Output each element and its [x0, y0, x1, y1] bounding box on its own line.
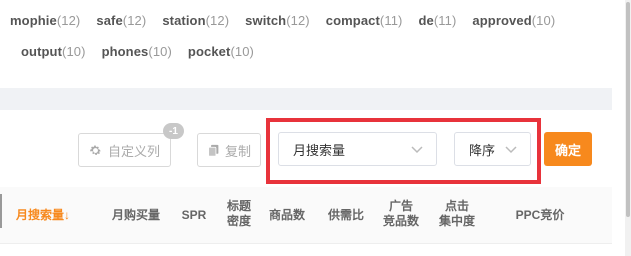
- keyword-tag[interactable]: approved(10): [472, 13, 555, 33]
- column-header-supply-demand[interactable]: 供需比: [322, 208, 370, 223]
- gear-icon: [90, 145, 101, 155]
- keyword-tag[interactable]: switch(12): [245, 13, 310, 33]
- column-header-spr[interactable]: SPR: [178, 208, 210, 223]
- scrollbar-thumb[interactable]: [626, 2, 630, 217]
- header-line: 广告: [388, 199, 413, 213]
- header-line: 密度: [226, 214, 251, 228]
- custom-columns-label: 自定义列: [107, 143, 160, 159]
- header-line: 竞品数: [382, 214, 419, 228]
- column-header-ad-competitors[interactable]: 广告 竞品数: [376, 199, 426, 229]
- keyword-tag[interactable]: phones(10): [102, 44, 172, 64]
- confirm-button[interactable]: 确定: [544, 132, 592, 166]
- column-header-monthly-purchase[interactable]: 月购买量: [107, 208, 165, 223]
- header-line: 标题: [226, 199, 251, 213]
- keyword-tag[interactable]: de(11): [418, 13, 456, 33]
- table-header: 月搜索量↓ 月购买量 SPR 标题 密度 商品数 供需比 广告 竞品数 点击 集…: [0, 187, 612, 244]
- header-line: 点击: [444, 199, 469, 213]
- copy-button[interactable]: 复制: [197, 133, 261, 167]
- divider: [0, 243, 612, 244]
- keyword-tag[interactable]: output(10): [21, 44, 86, 64]
- highlight-annotation: [266, 118, 541, 184]
- keyword-tag[interactable]: compact(11): [326, 13, 403, 33]
- keyword-tag-panel: mophie(12) safe(12) station(12) switch(1…: [0, 0, 612, 88]
- keyword-tag[interactable]: station(12): [162, 13, 229, 33]
- column-header-product-count[interactable]: 商品数: [263, 208, 311, 223]
- results-panel: 自定义列 -1 复制 月搜索量 降序 确定 月搜索量↓ 月购买量 SPR 标题 …: [0, 110, 612, 256]
- copy-label: 复制: [224, 143, 251, 159]
- column-header-monthly-search[interactable]: 月搜索量↓: [16, 208, 82, 223]
- keyword-tag[interactable]: mophie(12): [10, 13, 80, 33]
- tag-row-1: mophie(12) safe(12) station(12) switch(1…: [10, 13, 571, 33]
- column-header-title-density[interactable]: 标题 密度: [220, 199, 258, 229]
- custom-columns-button[interactable]: 自定义列: [78, 133, 171, 167]
- column-header-click-concentration[interactable]: 点击 集中度: [432, 199, 482, 229]
- row-indicator: [0, 194, 2, 228]
- header-line: 集中度: [438, 214, 475, 228]
- keyword-tag[interactable]: safe(12): [96, 13, 146, 33]
- copy-icon: [208, 144, 219, 157]
- column-header-ppc-bid[interactable]: PPC竞价: [506, 208, 574, 223]
- keyword-tag[interactable]: pocket(10): [188, 44, 254, 64]
- tag-row-2: output(10) phones(10) pocket(10): [21, 44, 270, 64]
- custom-columns-badge: -1: [163, 123, 184, 139]
